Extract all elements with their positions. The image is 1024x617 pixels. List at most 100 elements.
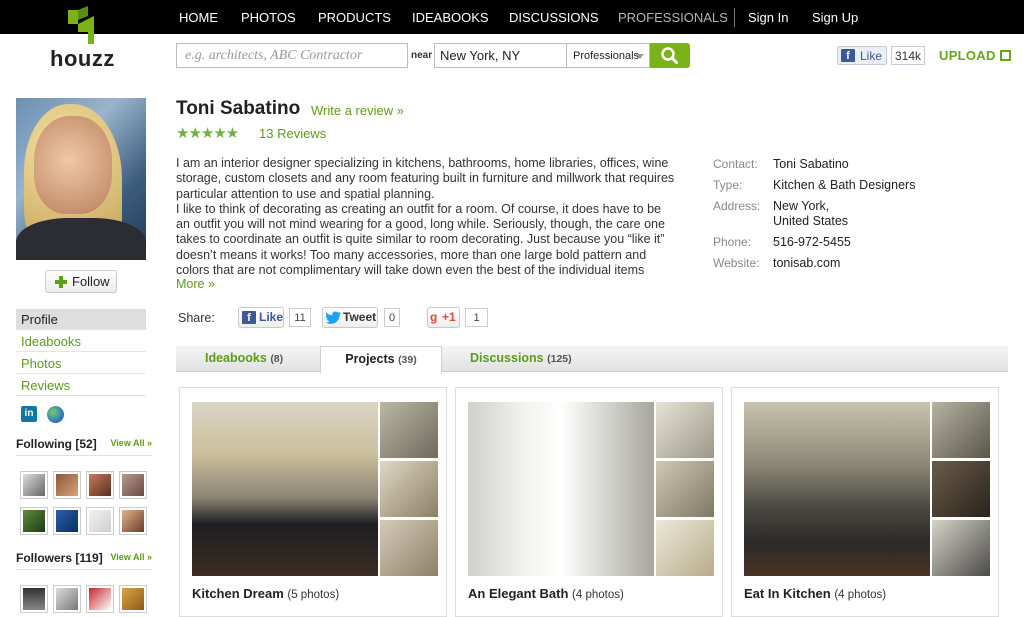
- google-plus-button[interactable]: g +1: [427, 307, 460, 328]
- nav-professionals[interactable]: PROFESSIONALS: [618, 0, 728, 34]
- bio-paragraph: I am an interior designer specializing i…: [176, 156, 675, 201]
- tab-discussions[interactable]: Discussions (125): [470, 346, 572, 372]
- facebook-like-button[interactable]: f Like: [837, 46, 887, 65]
- address-line-2: United States: [773, 214, 849, 228]
- nav-home[interactable]: HOME: [179, 0, 218, 34]
- project-main-photo[interactable]: [744, 402, 930, 576]
- project-thumb-photo[interactable]: [380, 461, 438, 517]
- following-avatar[interactable]: [20, 507, 48, 535]
- following-avatar[interactable]: [20, 471, 48, 499]
- facebook-like-count: 314k: [891, 46, 925, 65]
- phone-label: Phone:: [713, 235, 752, 249]
- follow-label: Follow: [72, 274, 110, 289]
- contact-label: Contact:: [713, 157, 758, 171]
- contact-value: Toni Sabatino: [773, 157, 849, 171]
- linkedin-icon[interactable]: in: [21, 406, 37, 422]
- following-avatar[interactable]: [53, 471, 81, 499]
- houzz-logo-icon: [68, 6, 94, 44]
- upload-icon: [999, 50, 1011, 61]
- plus-icon: [55, 276, 67, 288]
- reviews-link[interactable]: 13 Reviews: [259, 126, 326, 141]
- project-card[interactable]: Kitchen Dream (5 photos): [179, 387, 447, 617]
- location-input[interactable]: [434, 43, 566, 68]
- follower-avatar[interactable]: [20, 585, 48, 613]
- project-thumb-photo[interactable]: [656, 520, 714, 576]
- houzz-logo[interactable]: houzz: [46, 4, 118, 71]
- following-avatar[interactable]: [53, 507, 81, 535]
- project-thumb-photo[interactable]: [380, 520, 438, 576]
- nav-divider: [734, 8, 735, 27]
- search-icon: [661, 47, 678, 64]
- chevron-down-icon: [636, 54, 644, 59]
- following-avatar[interactable]: [119, 507, 147, 535]
- follower-avatar[interactable]: [86, 585, 114, 613]
- follow-button[interactable]: Follow: [45, 270, 117, 293]
- sidebar-item-photos[interactable]: Photos: [16, 353, 146, 374]
- nav-discussions[interactable]: DISCUSSIONS: [509, 0, 599, 34]
- project-thumb-photo[interactable]: [380, 402, 438, 458]
- following-view-all-link[interactable]: View All »: [110, 438, 152, 448]
- tab-projects[interactable]: Projects (39): [320, 346, 442, 374]
- project-card[interactable]: Eat In Kitchen (4 photos): [731, 387, 999, 617]
- search-button[interactable]: [650, 43, 690, 68]
- search-input[interactable]: [176, 43, 408, 68]
- followers-view-all-link[interactable]: View All »: [110, 552, 152, 562]
- near-label: near: [411, 50, 433, 61]
- following-avatar[interactable]: [86, 471, 114, 499]
- project-main-photo[interactable]: [192, 402, 378, 576]
- tweet-count: 0: [384, 308, 400, 327]
- tab-ideabooks[interactable]: Ideabooks (8): [205, 346, 283, 372]
- category-select-value: Professionals: [573, 50, 640, 62]
- upload-button[interactable]: UPLOAD: [939, 48, 1011, 63]
- google-plus-icon: g: [430, 310, 438, 324]
- nav-products[interactable]: PRODUCTS: [318, 0, 391, 34]
- more-link[interactable]: More »: [176, 277, 215, 291]
- avatar: [16, 98, 146, 260]
- sidebar-item-profile[interactable]: Profile: [16, 309, 146, 330]
- followers-label: Followers: [16, 551, 73, 565]
- follower-avatar[interactable]: [119, 585, 147, 613]
- phone-value[interactable]: 516-972-5455: [773, 235, 851, 249]
- follower-avatar[interactable]: [53, 585, 81, 613]
- sidebar-item-ideabooks[interactable]: Ideabooks: [16, 331, 146, 352]
- address-line-1: New York,: [773, 199, 830, 213]
- sign-up-link[interactable]: Sign Up: [812, 0, 858, 34]
- website-link[interactable]: tonisab.com: [773, 256, 840, 270]
- share-like-label: Like: [259, 310, 284, 324]
- following-avatar[interactable]: [86, 507, 114, 535]
- write-review-link[interactable]: Write a review »: [311, 103, 404, 118]
- sign-in-link[interactable]: Sign In: [748, 0, 788, 34]
- project-title[interactable]: Eat In Kitchen (4 photos): [744, 586, 886, 601]
- nav-photos[interactable]: PHOTOS: [241, 0, 296, 34]
- project-thumb-photo[interactable]: [932, 520, 990, 576]
- project-title[interactable]: An Elegant Bath (4 photos): [468, 586, 624, 601]
- following-label: Following: [16, 437, 72, 451]
- facebook-like-label: Like: [860, 49, 883, 63]
- following-avatar[interactable]: [119, 471, 147, 499]
- top-nav: HOME PHOTOS PRODUCTS IDEABOOKS DISCUSSIO…: [0, 0, 1024, 34]
- profile-name: Toni Sabatino: [176, 98, 301, 119]
- rating-stars: ★★★★★: [176, 125, 239, 142]
- google-plus-label: +1: [442, 310, 456, 324]
- project-thumb-photo[interactable]: [932, 402, 990, 458]
- facebook-icon: f: [841, 49, 855, 62]
- project-thumb-photo[interactable]: [656, 402, 714, 458]
- tweet-button[interactable]: Tweet: [322, 307, 378, 328]
- google-plus-count: 1: [465, 308, 488, 327]
- share-like-count: 11: [289, 308, 311, 327]
- project-card[interactable]: An Elegant Bath (4 photos): [455, 387, 723, 617]
- following-count: [52]: [75, 437, 97, 451]
- sidebar-item-reviews[interactable]: Reviews: [16, 375, 146, 396]
- share-facebook-like-button[interactable]: f Like: [238, 307, 284, 328]
- project-main-photo[interactable]: [468, 402, 654, 576]
- project-thumb-photo[interactable]: [656, 461, 714, 517]
- logo-text: houzz: [50, 46, 115, 71]
- project-title[interactable]: Kitchen Dream (5 photos): [192, 586, 339, 601]
- website-label: Website:: [713, 256, 760, 270]
- nav-ideabooks[interactable]: IDEABOOKS: [412, 0, 489, 34]
- project-thumb-photo[interactable]: [932, 461, 990, 517]
- bio-paragraph: I like to think of decorating as creatin…: [176, 201, 665, 276]
- address-label: Address:: [713, 199, 761, 213]
- globe-icon[interactable]: [47, 406, 64, 423]
- category-select[interactable]: Professionals: [566, 43, 650, 68]
